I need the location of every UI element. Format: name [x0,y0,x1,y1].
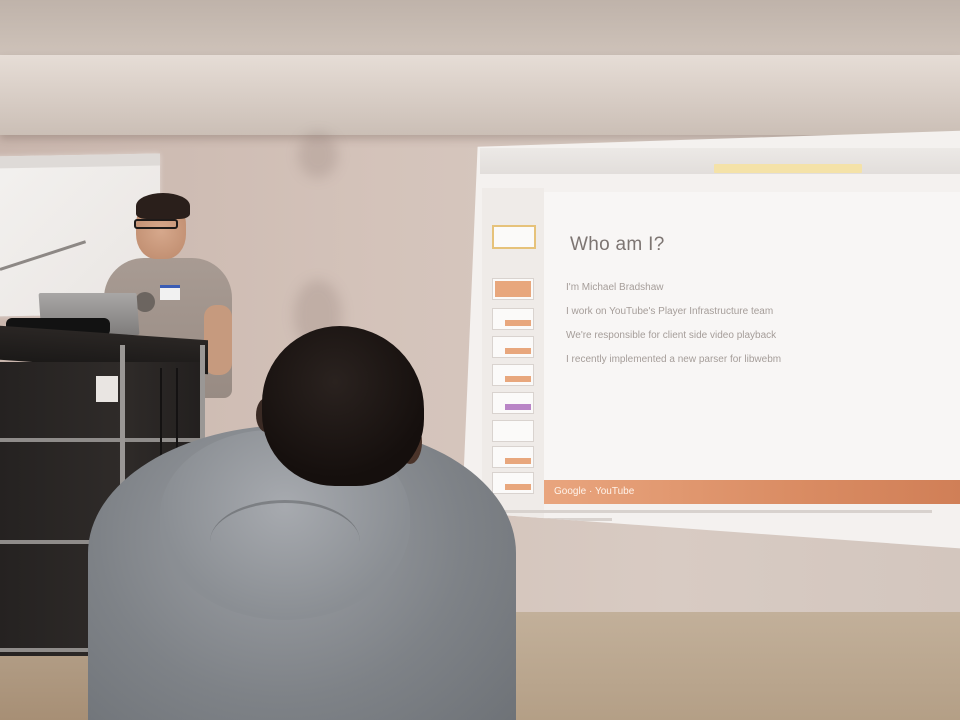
slide-thumbnail [492,278,534,300]
current-slide: Who am I? I'm Michael Bradshaw I work on… [544,192,960,504]
slide-thumbnail [492,225,536,249]
slide-footer-band: Google · YouTube [544,480,960,504]
stage-floor [480,612,960,720]
photo-scene: Who am I? I'm Michael Bradshaw I work on… [0,0,960,720]
podium-rail [0,438,205,442]
notice-banner [714,164,862,173]
name-badge [160,285,180,300]
wall-shadow [298,132,338,178]
slide-bullet: We're responsible for client side video … [566,330,777,341]
podium-sticker [96,376,118,402]
slide-thumbnail [492,420,534,442]
slide-bullet: I work on YouTube's Player Infrastructur… [566,306,774,317]
ceiling-beam [0,55,960,135]
slide-bullet: I'm Michael Bradshaw [566,282,664,293]
audience-head [262,326,424,486]
slide-thumbnail [492,336,534,358]
speaker-notes [492,510,932,513]
projected-slide-editor: Who am I? I'm Michael Bradshaw I work on… [462,130,960,550]
speaker-arm [204,305,232,375]
speaker-hair [136,193,190,219]
browser-bar [0,153,160,169]
hood-fold [210,500,360,583]
slide-thumbnail [492,472,534,494]
shirt-logo [135,292,155,312]
slide-thumbnail [492,392,534,414]
slide-bullet: I recently implemented a new parser for … [566,354,782,365]
slide-thumbnail [492,446,534,468]
slide-thumbnail [492,364,534,386]
slide-title: Who am I? [570,234,665,255]
footer-logo: Google · YouTube [554,486,635,497]
glasses [134,219,178,229]
slide-thumbnail [492,308,534,330]
